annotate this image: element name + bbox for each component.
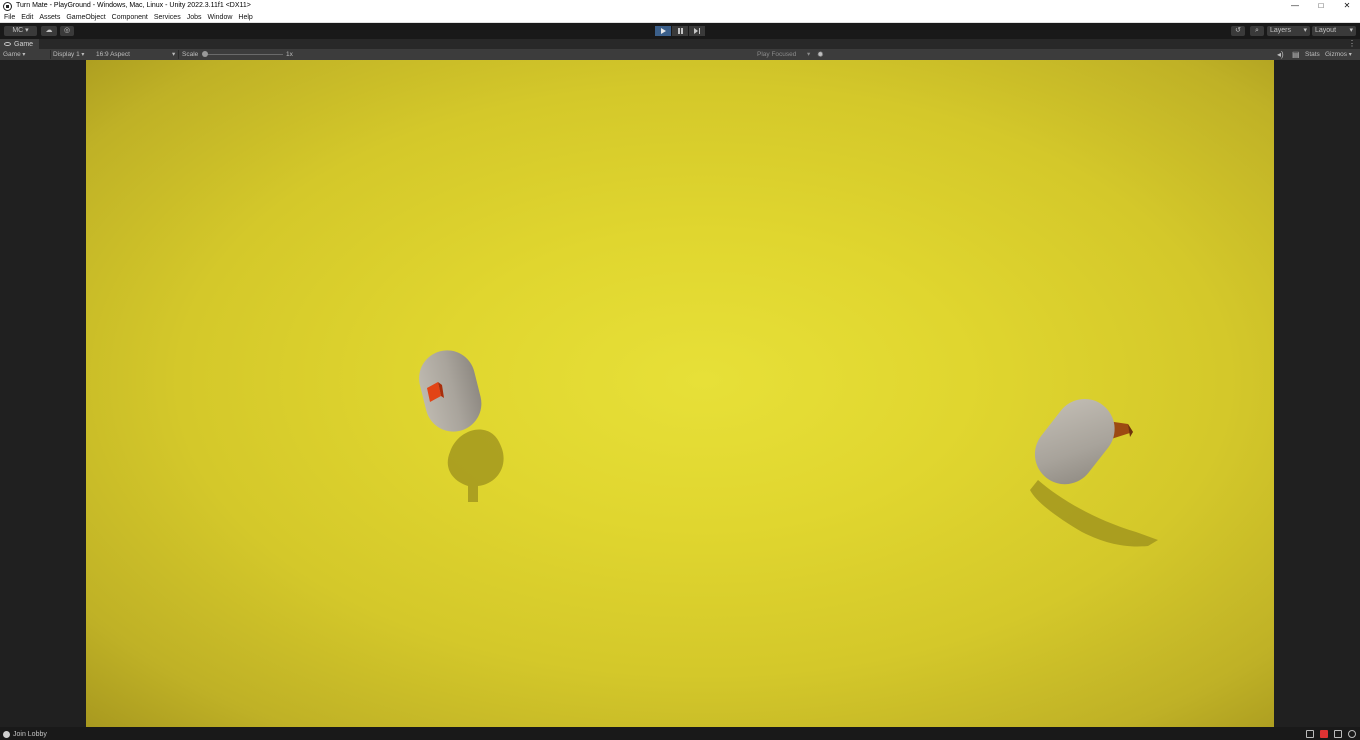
chevron-down-icon: ▾ [172, 51, 176, 58]
layers-label: Layers [1270, 27, 1292, 34]
pause-icon [677, 28, 683, 34]
game-viewport[interactable] [86, 60, 1274, 727]
overlay-icon[interactable]: ▤ [1292, 49, 1300, 60]
game-tab-bar: Game ⋮ [0, 39, 1360, 49]
scale-slider-track[interactable] [205, 54, 283, 55]
account-label: MC [12, 27, 24, 34]
window-titlebar: Turn Mate - PlayGround - Windows, Mac, L… [0, 0, 1360, 12]
menu-jobs[interactable]: Jobs [187, 12, 202, 23]
menu-component[interactable]: Component [112, 12, 148, 23]
chevron-down-icon: ▾ [1349, 27, 1353, 34]
player-right-capsule [1034, 398, 1115, 485]
player-left-capsule [419, 350, 482, 432]
history-button[interactable]: ↺ [1231, 26, 1245, 36]
search-button[interactable]: ⌕ [1250, 26, 1264, 36]
debug-icon[interactable] [1334, 730, 1342, 738]
player-left-shadow [447, 429, 504, 502]
menu-gameobject[interactable]: GameObject [66, 12, 105, 23]
info-icon [3, 730, 10, 738]
menu-edit[interactable]: Edit [21, 12, 33, 23]
play-mode-select[interactable]: Play Focused ▾ [757, 49, 813, 60]
play-controls [655, 26, 706, 36]
account-dropdown[interactable]: MC ▾ [4, 26, 37, 36]
letterbox-right [1274, 60, 1360, 727]
maximize-button[interactable]: □ [1308, 0, 1334, 12]
step-button[interactable] [689, 26, 705, 36]
play-button[interactable] [655, 26, 671, 36]
search-icon: ⌕ [1255, 27, 1259, 34]
step-icon [694, 28, 700, 34]
aspect-select[interactable]: 16:9 Aspect ▾ [96, 49, 176, 60]
status-bar: Join Lobby [0, 728, 1360, 740]
menu-assets[interactable]: Assets [39, 12, 60, 23]
progress-icon[interactable] [1348, 730, 1356, 738]
history-icon: ↺ [1235, 27, 1241, 34]
menu-bar: File Edit Assets GameObject Component Se… [0, 12, 1360, 23]
game-view-icon [4, 42, 11, 46]
unity-logo-icon [3, 1, 12, 11]
network-icon[interactable] [1306, 730, 1314, 738]
scale-label: Scale [182, 51, 199, 58]
more-options-icon[interactable]: ⋮ [1348, 39, 1356, 49]
game-view-controls: Game Display 1 16:9 Aspect ▾ Scale 1x Pla… [0, 49, 1360, 60]
pause-button[interactable] [672, 26, 688, 36]
menu-file[interactable]: File [4, 12, 15, 23]
cloud-button[interactable]: ☁ [41, 26, 57, 36]
play-icon [660, 28, 666, 34]
menu-services[interactable]: Services [154, 12, 181, 23]
view-select-value: Game [3, 51, 21, 58]
layout-label: Layout [1315, 27, 1337, 34]
gizmos-label: Gizmos [1325, 51, 1348, 58]
display-select-value: Display 1 [53, 51, 80, 58]
player-right-shadow [1030, 480, 1158, 547]
status-icons [1300, 730, 1356, 738]
aspect-select-value: 16:9 Aspect [96, 51, 130, 58]
tab-game-label: Game [14, 40, 34, 48]
bug-icon[interactable]: ✹ [817, 49, 824, 60]
letterbox-left [0, 60, 86, 727]
cloud-icon: ☁ [45, 27, 53, 34]
collab-icon: ◎ [63, 27, 71, 34]
menu-help[interactable]: Help [238, 12, 252, 23]
error-icon[interactable] [1320, 730, 1328, 738]
window-controls: — □ ✕ [1282, 0, 1360, 12]
tab-game[interactable]: Game [0, 39, 40, 49]
chevron-down-icon: ▾ [1303, 27, 1307, 34]
layout-dropdown[interactable]: Layout ▾ [1312, 26, 1356, 36]
game-scene [419, 350, 1158, 547]
chevron-down-icon: ▾ [807, 51, 811, 58]
window-title: Turn Mate - PlayGround - Windows, Mac, L… [16, 2, 251, 9]
collab-button[interactable]: ◎ [60, 26, 74, 36]
scale-value: 1x [286, 51, 293, 58]
mute-audio-icon[interactable]: ◂) [1277, 49, 1284, 60]
main-toolbar: MC ▾ ☁ ◎ ↺ ⌕ Layers ▾ Layout ▾ [0, 23, 1360, 39]
stats-button[interactable]: Stats [1305, 49, 1320, 60]
play-mode-value: Play Focused [757, 51, 797, 58]
minimize-button[interactable]: — [1282, 0, 1308, 12]
status-message[interactable]: Join Lobby [13, 731, 47, 738]
menu-window[interactable]: Window [208, 12, 233, 23]
scale-slider-handle[interactable] [202, 51, 208, 57]
layers-dropdown[interactable]: Layers ▾ [1267, 26, 1310, 36]
close-button[interactable]: ✕ [1334, 0, 1360, 12]
